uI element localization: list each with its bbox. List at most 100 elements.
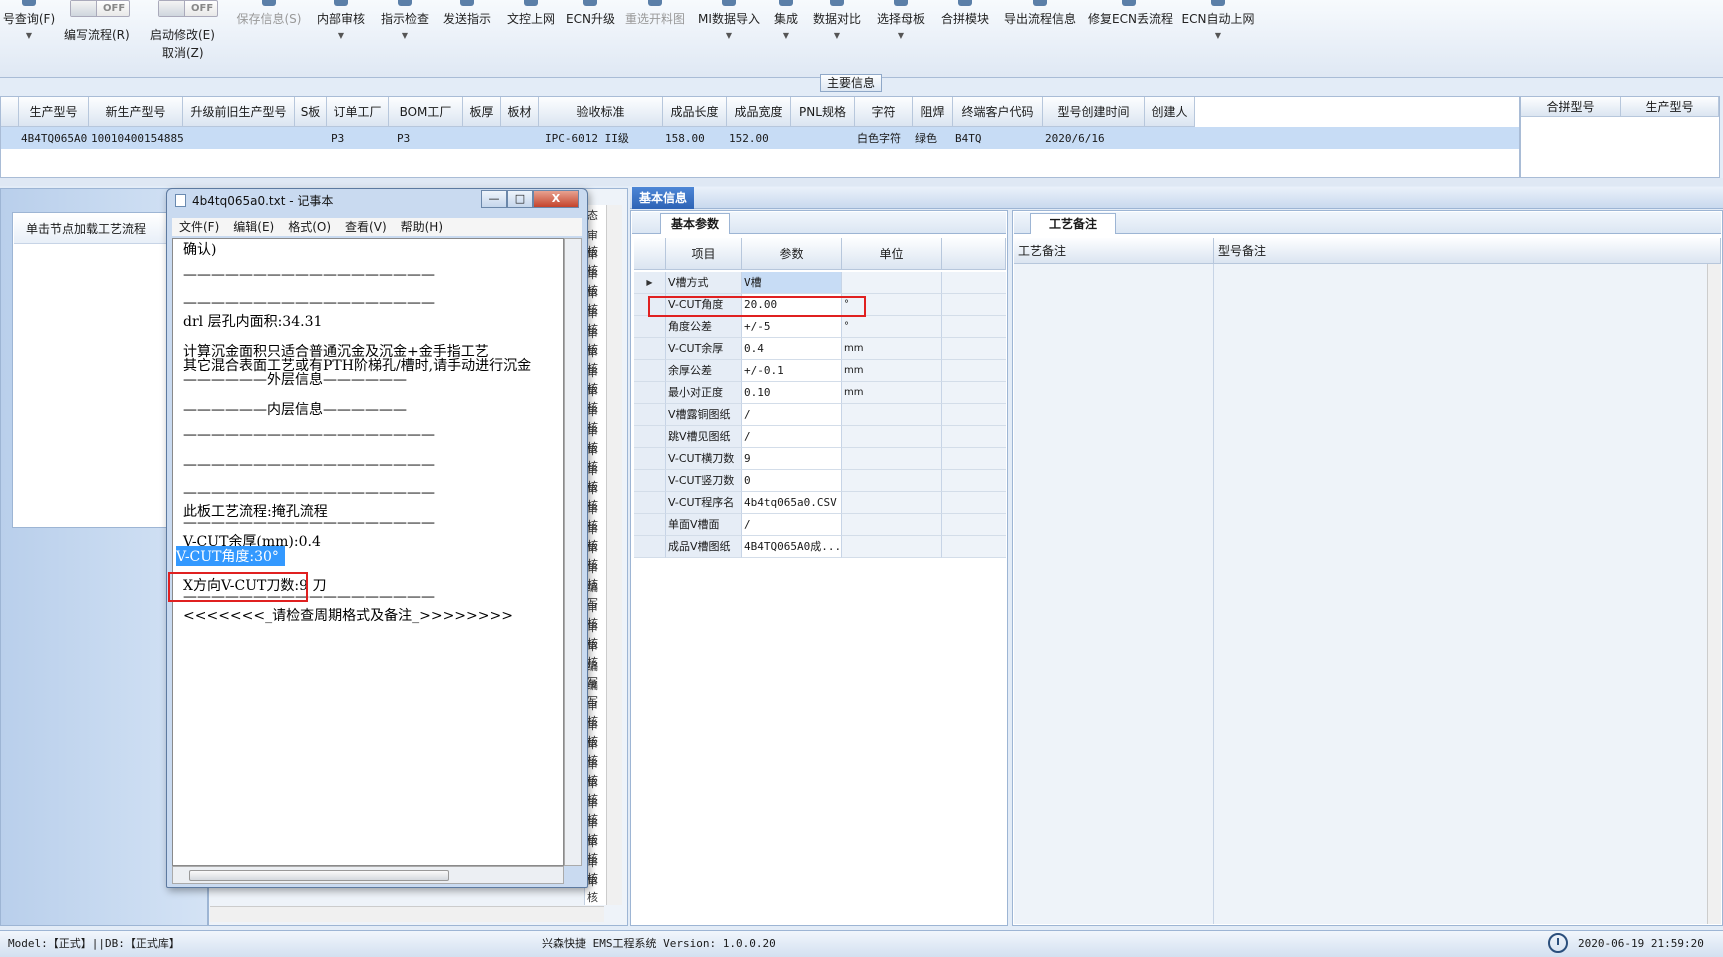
table-row[interactable]: 最小对正度 0.10 mm [634, 382, 1006, 404]
board-icon [894, 0, 908, 6]
text-line: —————————————————— [183, 267, 435, 283]
process-tree[interactable] [12, 212, 172, 528]
menu-edit[interactable]: 编辑(E) [233, 220, 274, 234]
basic-info-header [630, 187, 1723, 209]
col-header[interactable]: 板材 [501, 97, 539, 127]
tab-basic-info[interactable]: 基本信息 [632, 187, 694, 209]
text-line: —————————————————— [183, 457, 435, 473]
model-note-textarea[interactable] [1214, 264, 1707, 924]
text-file-icon [175, 194, 186, 207]
text-line: —————————————————— [183, 515, 435, 531]
notepad-text-area[interactable]: 确认) —————————————————— —————————————————… [172, 238, 564, 866]
col-header-model-note[interactable]: 型号备注 [1214, 238, 1721, 264]
dropdown-arrow-icon: ▼ [1214, 31, 1222, 40]
notes-tab-bar [1014, 212, 1721, 234]
table-row[interactable]: V-CUT程序名 4b4tq065a0.CSV [634, 492, 1006, 514]
write-flow-toggle[interactable]: OFF [70, 0, 130, 17]
instruction-check-button[interactable]: 指示检查 ▼ [378, 0, 432, 60]
doc-control-online-button[interactable]: 文控上网 [504, 0, 558, 60]
table-row[interactable]: V槽露铜图纸 / [634, 404, 1006, 426]
scrollbar-thumb[interactable] [189, 870, 449, 881]
col-header[interactable]: 板厚 [463, 97, 501, 127]
col-header-param[interactable]: 参数 [742, 238, 842, 270]
maximize-button[interactable]: □ [507, 190, 533, 208]
col-header[interactable]: 生产型号 [19, 97, 89, 127]
tab-process-notes[interactable]: 工艺备注 [1030, 213, 1116, 234]
table-row[interactable]: 跳V槽见图纸 / [634, 426, 1006, 448]
menu-view[interactable]: 查看(V) [345, 220, 387, 234]
send-icon [460, 0, 474, 6]
vertical-scrollbar[interactable] [1707, 264, 1721, 924]
write-flow-label: 编写流程(R) [64, 28, 130, 42]
ecn-auto-online-button[interactable]: ECN自动上网 ▼ [1180, 0, 1256, 60]
col-header-unit[interactable]: 单位 [842, 238, 942, 270]
notepad-vertical-scrollbar[interactable] [564, 238, 582, 866]
dropdown-arrow-icon: ▼ [833, 31, 841, 40]
cell-acceptance-standard: IPC-6012 II级 [545, 132, 629, 145]
table-row[interactable]: V-CUT竖刀数 0 [634, 470, 1006, 492]
col-header[interactable]: 验收标准 [539, 97, 663, 127]
upgrade-icon [583, 0, 597, 6]
col-header-process-note[interactable]: 工艺备注 [1014, 238, 1214, 264]
col-header[interactable]: 合拼型号 [1521, 97, 1621, 117]
cancel-button[interactable]: 取消(Z) [162, 44, 204, 61]
query-button[interactable]: 号查询(F) ▼ [0, 0, 58, 60]
col-header-extra [942, 238, 1006, 270]
table-row[interactable]: 成品V槽图纸 4B4TQ065A0成... [634, 536, 1006, 558]
table-row[interactable]: V-CUT余厚 0.4 mm [634, 338, 1006, 360]
save-info-button[interactable]: 保存信息(S) [234, 0, 304, 60]
vertical-scrollbar[interactable] [606, 205, 622, 905]
search-icon [22, 0, 36, 6]
menu-file[interactable]: 文件(F) [179, 220, 219, 234]
text-line: —————————————————— [183, 427, 435, 443]
integration-button[interactable]: 集成 ▼ [770, 0, 802, 60]
col-header[interactable]: S板 [295, 97, 327, 127]
merge-module-button[interactable]: 合拼模块 [938, 0, 992, 60]
table-row[interactable]: 角度公差 +/-5 ° [634, 316, 1006, 338]
col-header[interactable]: 成品宽度 [727, 97, 791, 127]
cell-solder-mask: 绿色 [915, 132, 937, 145]
table-row[interactable]: ▶ V槽方式 V槽 [634, 272, 1006, 294]
menu-help[interactable]: 帮助(H) [401, 220, 443, 234]
auto-online-icon [1211, 0, 1225, 6]
horizontal-scrollbar[interactable] [210, 906, 604, 922]
horizontal-splitter[interactable] [0, 178, 1723, 186]
table-row[interactable]: 单面V槽面 / [634, 514, 1006, 536]
col-header[interactable]: 订单工厂 [327, 97, 389, 127]
internal-review-button[interactable]: 内部审核 ▼ [314, 0, 368, 60]
col-header-item[interactable]: 项目 [666, 238, 742, 270]
menu-format[interactable]: 格式(O) [288, 220, 331, 234]
model-db-status: Model:【正式】||DB:【正式库】 [8, 937, 180, 950]
reselect-cutting-chart-button[interactable]: 重选开料图 [624, 0, 686, 60]
col-header[interactable]: 升级前旧生产型号 [183, 97, 295, 127]
col-header[interactable]: PNL规格 [791, 97, 855, 127]
status-cell: 态 [587, 209, 598, 222]
notepad-window[interactable]: 4b4tq065a0.txt - 记事本 — □ X 文件(F) 编辑(E) 格式(… [166, 188, 588, 888]
grid-corner [634, 238, 666, 270]
col-header[interactable]: 新生产型号 [89, 97, 183, 127]
col-header[interactable]: 终端客户代码 [953, 97, 1043, 127]
table-row[interactable]: 余厚公差 +/-0.1 mm [634, 360, 1006, 382]
data-compare-button[interactable]: 数据对比 ▼ [810, 0, 864, 60]
col-header[interactable]: 型号创建时间 [1043, 97, 1145, 127]
col-header[interactable]: 成品长度 [663, 97, 727, 127]
notepad-title: 4b4tq065a0.txt - 记事本 [192, 194, 334, 208]
fix-ecn-lost-flow-button[interactable]: 修复ECN丢流程 [1088, 0, 1173, 60]
send-instruction-button[interactable]: 发送指示 [440, 0, 494, 60]
col-header[interactable]: 创建人 [1145, 97, 1195, 127]
table-row[interactable]: V-CUT横刀数 9 [634, 448, 1006, 470]
close-button[interactable]: X [533, 190, 579, 208]
tab-basic-params[interactable]: 基本参数 [660, 213, 730, 234]
col-header[interactable]: 字符 [855, 97, 913, 127]
col-header[interactable]: 生产型号 [1621, 97, 1719, 117]
mi-data-import-button[interactable]: MI数据导入 ▼ [696, 0, 762, 60]
col-header[interactable]: 阻焊 [913, 97, 953, 127]
process-note-textarea[interactable] [1014, 264, 1214, 924]
ecn-upgrade-button[interactable]: ECN升级 [566, 0, 615, 60]
auto-modify-toggle[interactable]: OFF [158, 0, 218, 17]
col-header[interactable]: BOM工厂 [389, 97, 463, 127]
export-flow-info-button[interactable]: 导出流程信息 [1000, 0, 1080, 60]
select-motherboard-button[interactable]: 选择母板 ▼ [874, 0, 928, 60]
text-line: —————————————————— [183, 295, 435, 311]
minimize-button[interactable]: — [481, 190, 507, 208]
